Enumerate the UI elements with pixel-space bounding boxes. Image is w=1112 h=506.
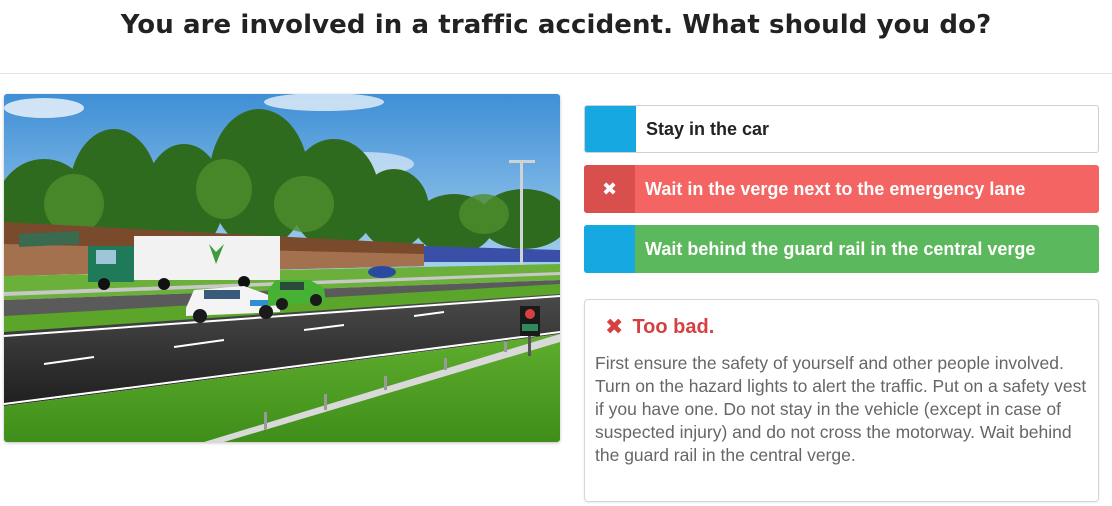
question-title: You are involved in a traffic accident. … bbox=[120, 10, 992, 40]
scene-image bbox=[4, 94, 560, 442]
feedback-panel: ✖ Too bad. First ensure the safety of yo… bbox=[584, 299, 1099, 502]
answer-marker bbox=[584, 225, 635, 273]
question-header: You are involved in a traffic accident. … bbox=[0, 0, 1112, 74]
answer-label: Wait in the verge next to the emergency … bbox=[645, 178, 1026, 199]
answer-marker bbox=[585, 106, 636, 152]
feedback-title-row: ✖ Too bad. bbox=[605, 314, 1088, 340]
wrong-icon: ✖ bbox=[584, 165, 635, 213]
feedback-title: Too bad. bbox=[632, 315, 715, 338]
feedback-explanation: First ensure the safety of yourself and … bbox=[595, 353, 1087, 465]
answer-option-stay-in-car[interactable]: Stay in the car bbox=[584, 105, 1099, 153]
answer-option-wait-behind-guard-rail[interactable]: Wait behind the guard rail in the centra… bbox=[584, 225, 1099, 273]
answer-label: Stay in the car bbox=[646, 118, 770, 139]
close-x-icon: ✖ bbox=[605, 314, 624, 339]
answer-option-wait-in-verge[interactable]: ✖ Wait in the verge next to the emergenc… bbox=[584, 165, 1099, 213]
answer-label: Wait behind the guard rail in the centra… bbox=[645, 238, 1036, 259]
